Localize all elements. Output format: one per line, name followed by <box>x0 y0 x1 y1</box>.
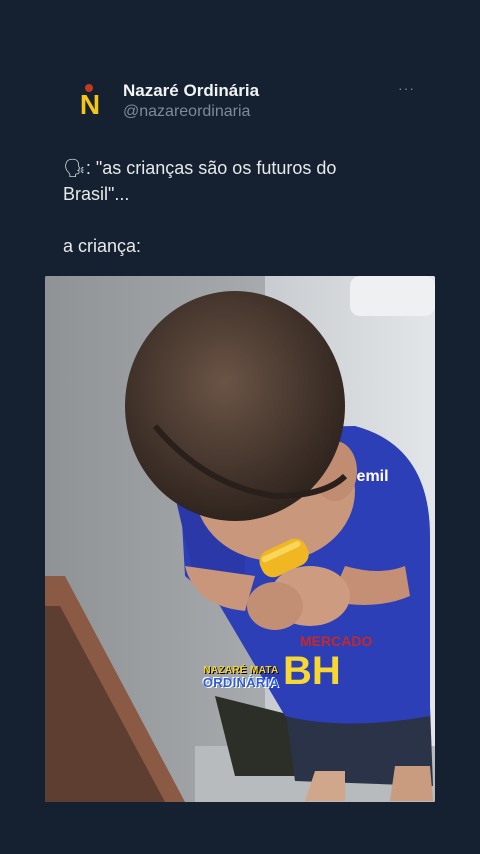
tweet-header: N Nazaré Ordinária @nazareordinaria ··· <box>70 80 430 124</box>
media-watermark: NAZARÉ MATA ORDINÁRIA <box>198 665 284 689</box>
author-name[interactable]: Nazaré Ordinária <box>123 81 259 101</box>
watermark-line-2: ORDINÁRIA <box>202 675 280 690</box>
child-eating-corn-photo: Cemil MERCADO BH <box>45 276 435 802</box>
jersey-mid-text: MERCADO <box>300 633 372 649</box>
more-options-icon[interactable]: ··· <box>398 80 415 96</box>
nazare-logo-icon: N <box>74 84 106 120</box>
tweet-text-line-1: 🗣: "as crianças são os futuros do Brasil… <box>63 158 337 204</box>
tweet-text-line-2: a criança: <box>63 236 142 256</box>
jersey-bottom-text: BH <box>283 649 341 693</box>
tweet-media-image[interactable]: Cemil MERCADO BH <box>45 276 435 802</box>
avatar-letter: N <box>80 89 100 120</box>
tweet-text: 🗣: "as crianças são os futuros do Brasil… <box>63 155 403 259</box>
avatar[interactable]: N <box>70 82 110 122</box>
author-handle[interactable]: @nazareordinaria <box>123 103 250 121</box>
